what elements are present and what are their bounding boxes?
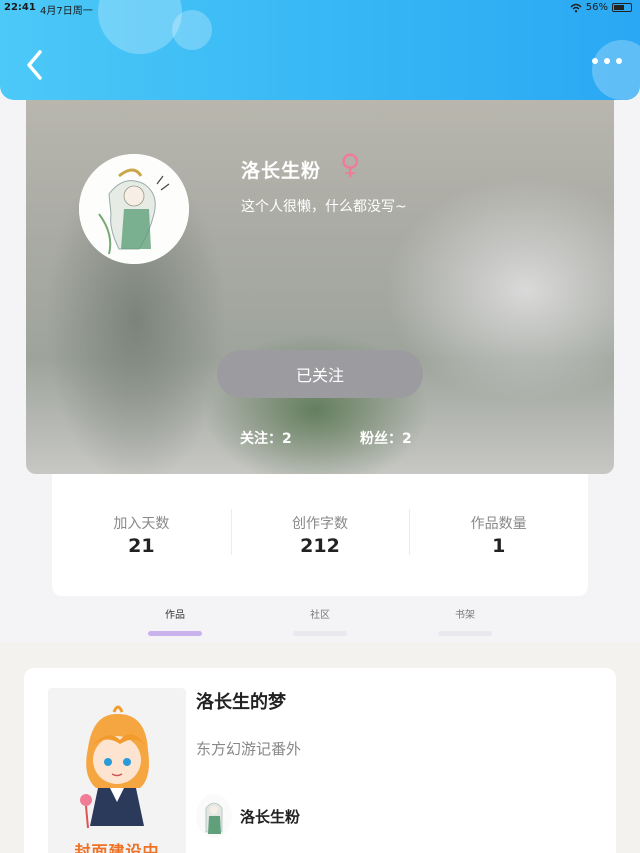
stat-label: 创作字数 (292, 516, 348, 532)
tab-label: 社区 (310, 610, 330, 621)
stat-label: 作品数量 (470, 516, 527, 532)
profile-nickname: 洛长生粉 (241, 160, 322, 182)
battery-icon (612, 3, 632, 12)
tab-works[interactable]: 作品 (135, 606, 215, 636)
more-horizontal-icon[interactable] (592, 58, 622, 64)
avatar[interactable] (79, 154, 189, 264)
stat-value: 212 (300, 535, 340, 557)
tab-community[interactable]: 社区 (280, 606, 360, 636)
battery-percent: 56% (585, 2, 608, 13)
tab-indicator (438, 631, 492, 636)
tab-label: 书架 (455, 610, 475, 621)
cover-placeholder-text: 封面建设中 (74, 842, 160, 853)
avatar-illustration (79, 154, 189, 264)
chevron-left-icon[interactable] (22, 48, 48, 82)
profile-card: 洛长生粉 ♀ 这个人很懒，什么都没写~ 已关注 关注：2 粉丝：2 (26, 90, 614, 474)
tab-label: 作品 (165, 610, 185, 621)
stat-value: 1 (492, 535, 506, 557)
female-icon: ♀ (340, 148, 361, 181)
stats-card: 加入天数 21 创作字数 212 作品数量 1 (52, 474, 588, 596)
stat-word-count: 创作字数 212 (230, 509, 410, 557)
followed-button[interactable]: 已关注 (217, 350, 423, 398)
cover-placeholder-illustration (80, 705, 149, 829)
decorative-bubble (592, 40, 640, 100)
profile-bio: 这个人很懒，什么都没写~ (241, 199, 407, 215)
tab-indicator (148, 631, 202, 636)
stat-works-count: 作品数量 1 (409, 509, 588, 557)
followers-count[interactable]: 粉丝：2 (360, 428, 412, 448)
status-bar: 22:41 4月7日周一 56% (0, 2, 640, 17)
stat-label: 加入天数 (113, 516, 170, 532)
tab-bar: 作品 社区 书架 (0, 598, 640, 642)
decorative-bubble (172, 10, 212, 50)
tab-indicator (293, 631, 347, 636)
stat-value: 21 (128, 535, 155, 557)
tab-bookshelf[interactable]: 书架 (425, 606, 505, 636)
work-title[interactable]: 洛长生的梦 (196, 688, 286, 714)
following-count[interactable]: 关注：2 (240, 428, 292, 448)
wifi-icon (570, 3, 582, 12)
work-description: 东方幻游记番外 (196, 740, 302, 758)
work-author-name: 洛长生粉 (240, 808, 301, 826)
work-cover[interactable]: 封面建设中 (48, 688, 186, 853)
status-date: 4月7日周一 (40, 6, 93, 17)
author-avatar (196, 794, 232, 838)
work-card[interactable]: 封面建设中 洛长生的梦 东方幻游记番外 洛长生粉 (24, 668, 616, 853)
status-time: 22:41 (4, 2, 36, 13)
stat-join-days: 加入天数 21 (52, 513, 231, 557)
